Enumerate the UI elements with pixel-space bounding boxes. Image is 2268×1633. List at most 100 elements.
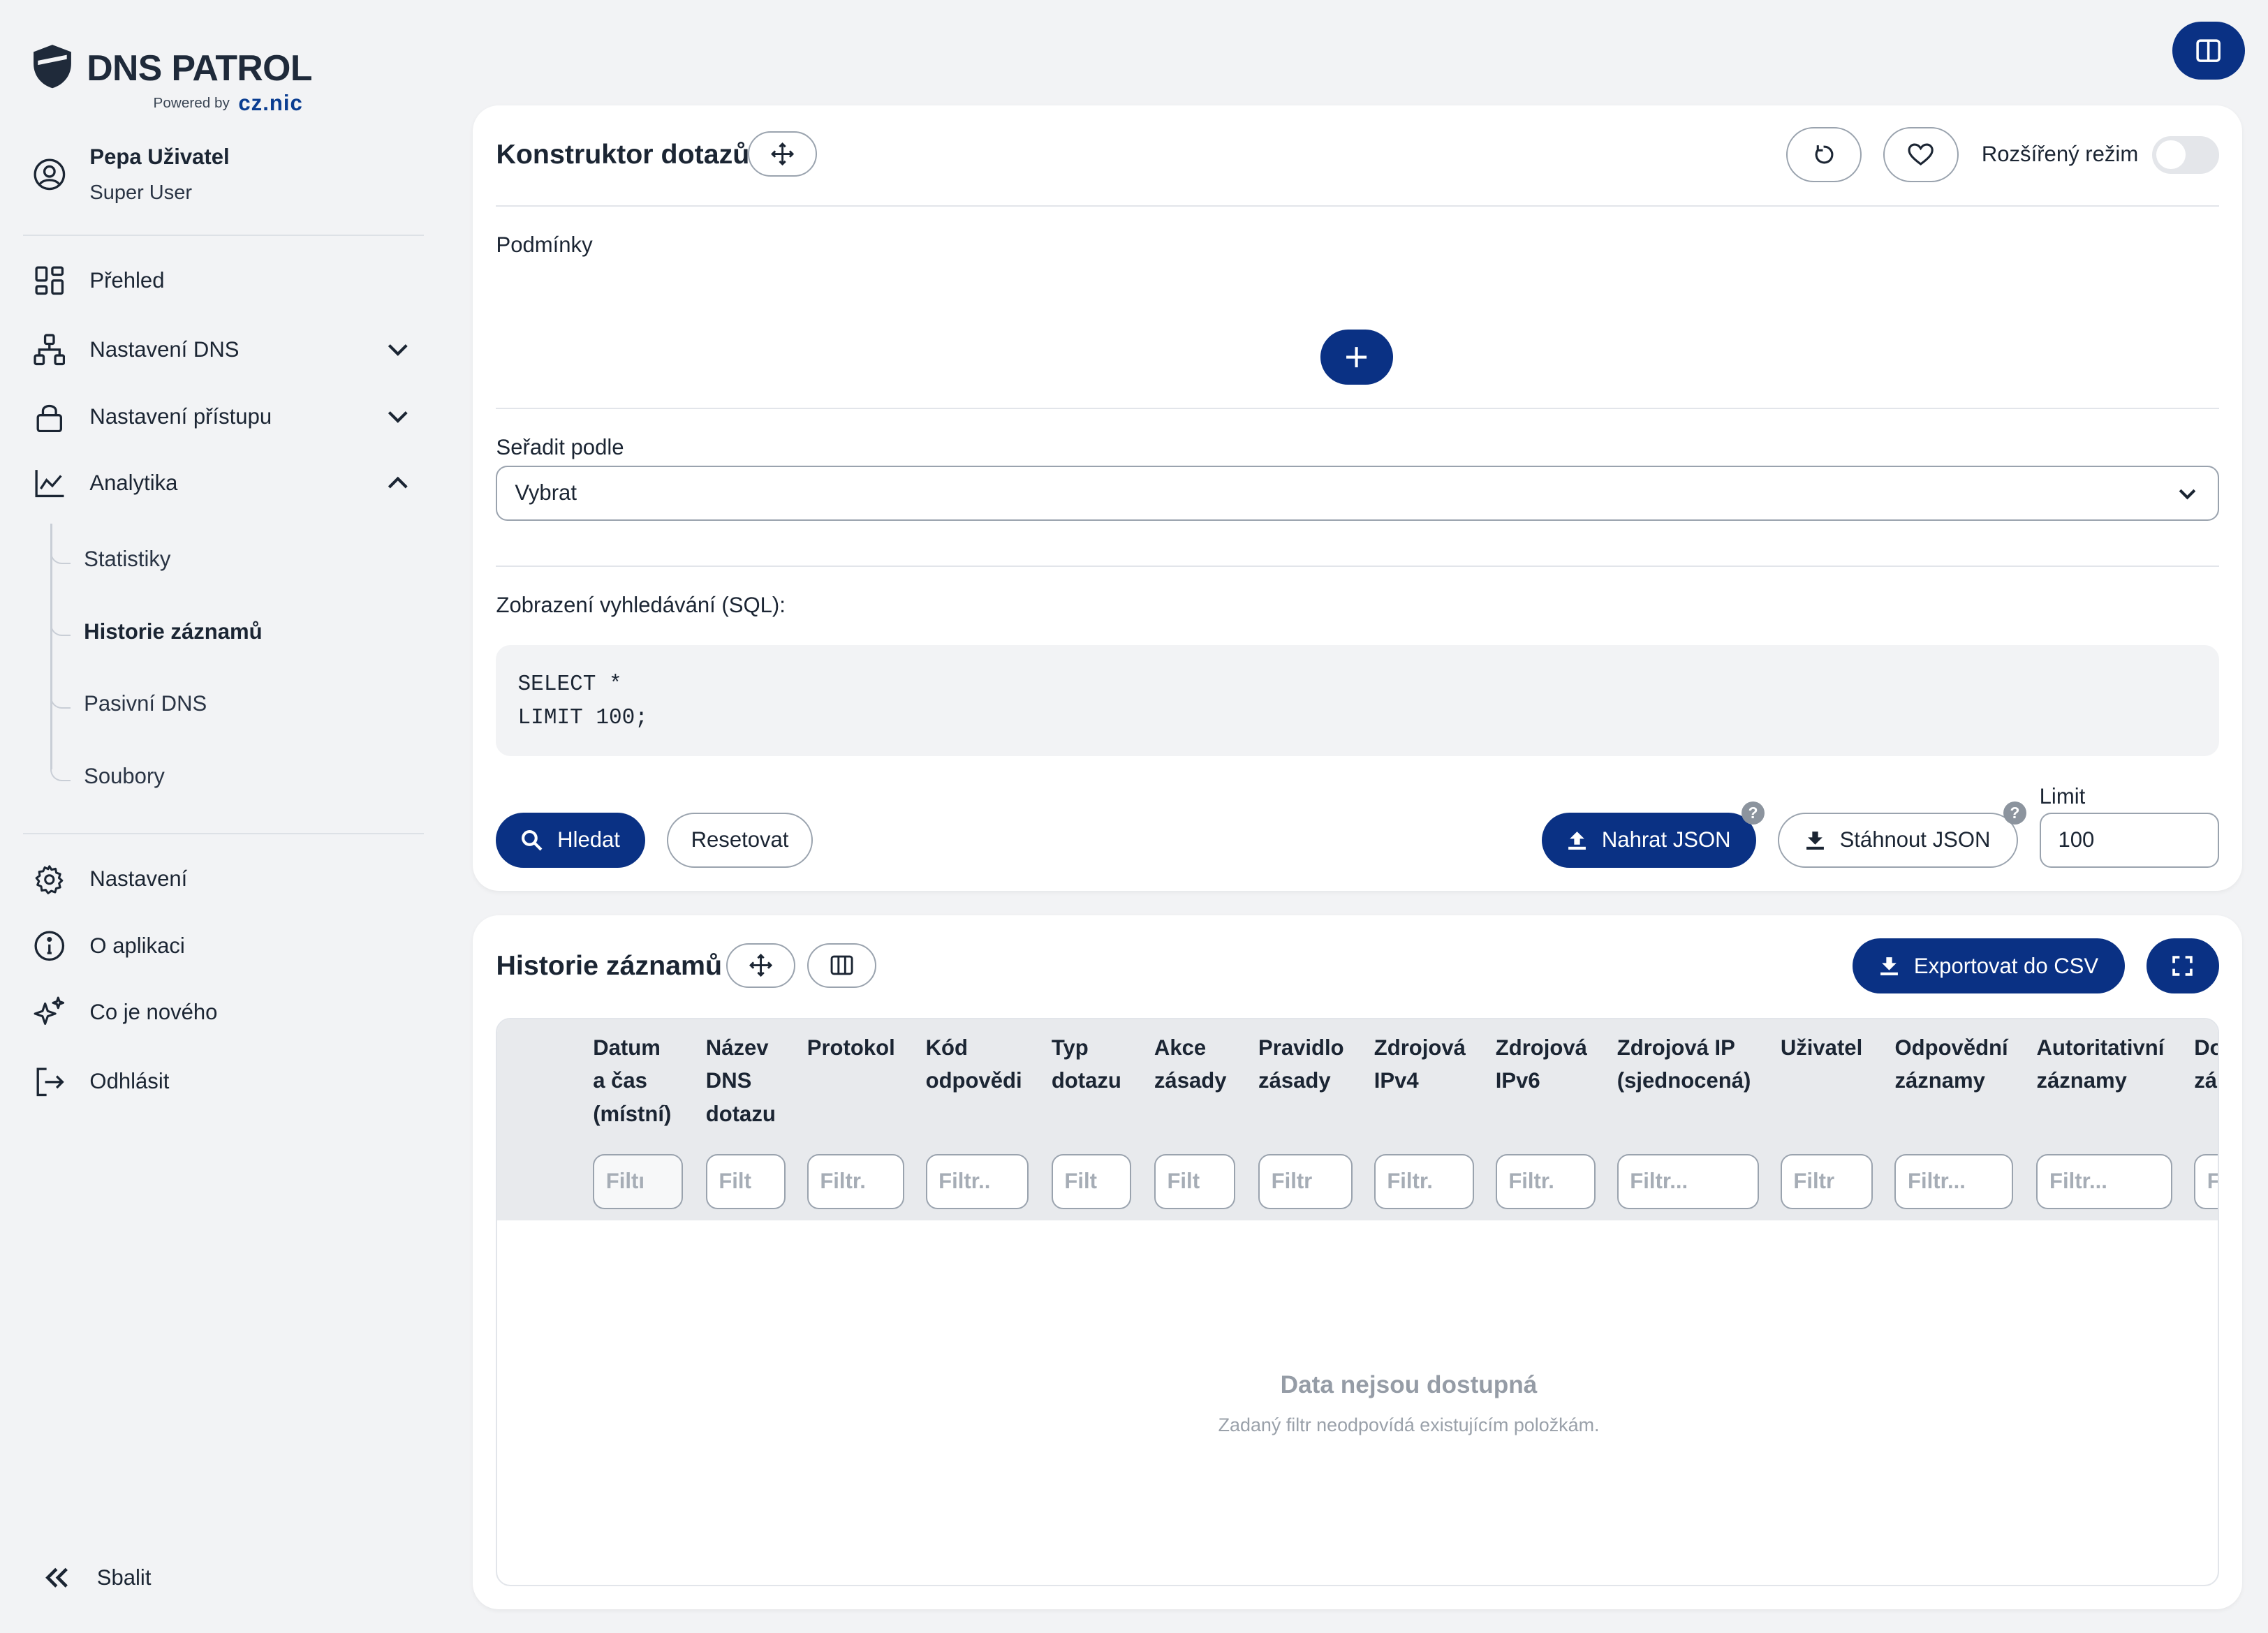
conditions-label: Podmínky: [496, 232, 593, 258]
filter-input-response-code[interactable]: Filtr..: [925, 1153, 1029, 1209]
filter-input-datetime[interactable]: Filtı: [593, 1153, 683, 1209]
column-header-answer-records[interactable]: Odpovědní záznamy: [1894, 1031, 2008, 1098]
sql-preview: SELECT * LIMIT 100;: [496, 644, 2219, 757]
user-name: Pepa Uživatel: [89, 145, 230, 170]
fullscreen-button[interactable]: [2146, 938, 2219, 994]
sidebar-item-label: Nastavení: [89, 866, 188, 892]
sidebar-item-access-settings[interactable]: Nastavení přístupu: [32, 397, 414, 437]
column-header-additional[interactable]: Dozá: [2194, 1031, 2217, 1098]
sort-by-value: Vybrat: [515, 480, 577, 505]
user-icon: [34, 158, 65, 191]
filter-input-user[interactable]: Filtr: [1780, 1153, 1873, 1209]
sidebar-item-label: Nastavení přístupu: [89, 404, 272, 429]
layout-toggle-button[interactable]: [2172, 22, 2245, 80]
advanced-mode-toggle[interactable]: [2152, 135, 2219, 174]
filter-input-source-ip-unified[interactable]: Filtr...: [1617, 1153, 1759, 1209]
history-table: Datum a čas (místní) Název DNS dotazu Protok…: [496, 1018, 2219, 1587]
partner-logo: cz.nic: [238, 91, 303, 116]
sidebar: DNS PATROL Powered by cz.nic Pepa Uživate…: [0, 0, 448, 1633]
help-icon[interactable]: ?: [2003, 801, 2027, 825]
sidebar-collapse-button[interactable]: Sbalit: [39, 1558, 421, 1598]
filter-input-policy-action[interactable]: Filt: [1154, 1153, 1235, 1209]
column-header-datetime[interactable]: Datum a čas (místní): [593, 1031, 671, 1131]
filter-input-additional[interactable]: F: [2194, 1153, 2218, 1209]
favorite-button[interactable]: [1883, 127, 1959, 182]
column-header-protocol[interactable]: Protokol: [807, 1031, 895, 1065]
download-json-button[interactable]: Stáhnout JSON: [1777, 813, 2018, 868]
move-icon: [771, 142, 795, 166]
column-header-authority-records[interactable]: Autoritativní záznamy: [2036, 1031, 2164, 1098]
search-icon: [522, 829, 543, 851]
rotate-icon: [1816, 145, 1834, 164]
filter-input-protocol[interactable]: Filtr.: [807, 1153, 904, 1209]
sidebar-item-label: Analytika: [89, 470, 178, 495]
sidebar-item-whats-new[interactable]: Co je nového: [32, 992, 414, 1033]
dashboard-icon: [32, 263, 67, 298]
reset-query-button[interactable]: [1786, 127, 1862, 182]
column-header-source-ipv4[interactable]: Zdrojová IPv4: [1374, 1031, 1466, 1098]
sidebar-subitem-statistics[interactable]: Statistiky: [84, 547, 170, 572]
add-condition-button[interactable]: [1320, 330, 1393, 385]
column-header-policy-action[interactable]: Akce zásady: [1154, 1031, 1227, 1098]
sidebar-item-dns-settings[interactable]: Nastavení DNS: [32, 330, 414, 370]
filter-input-source-ipv6[interactable]: Filtr.: [1495, 1153, 1596, 1209]
column-header-response-code[interactable]: Kód odpovědi: [926, 1031, 1022, 1098]
sidebar-subitem-passive-dns[interactable]: Pasivní DNS: [84, 691, 207, 716]
filter-input-authority-records[interactable]: Filtr...: [2036, 1153, 2173, 1209]
shield-logo-icon: [33, 45, 71, 89]
column-header-user[interactable]: Uživatel: [1781, 1031, 1862, 1065]
help-icon[interactable]: ?: [1741, 801, 1765, 825]
export-csv-button[interactable]: Exportovat do CSV: [1853, 938, 2125, 994]
chevron-down-icon: [2179, 489, 2195, 500]
sidebar-divider: [23, 833, 424, 835]
drag-handle-button[interactable]: [726, 943, 796, 988]
empty-state-title: Data nejsou dostupná: [1280, 1370, 1538, 1398]
column-header-query-name[interactable]: Název DNS dotazu: [706, 1031, 776, 1131]
query-builder-card: Konstruktor dotazů Rozšířený režim Podmí…: [473, 105, 2242, 891]
download-icon: [1806, 832, 1824, 850]
columns-button[interactable]: [807, 943, 877, 988]
user-profile[interactable]: Pepa Uživatel Super User: [32, 145, 230, 205]
filter-input-query-type[interactable]: Filt: [1051, 1153, 1131, 1209]
upload-json-label: Nahrat JSON: [1601, 827, 1731, 852]
filter-input-answer-records[interactable]: Filtr...: [1894, 1153, 2014, 1209]
sidebar-item-label: Nastavení DNS: [89, 337, 240, 362]
sidebar-subitem-history[interactable]: Historie záznamů: [84, 619, 262, 644]
double-chevron-left-icon: [39, 1560, 74, 1595]
chevron-down-icon: [388, 411, 408, 423]
column-header-policy-rule[interactable]: Pravidlo zásady: [1258, 1031, 1344, 1098]
sidebar-item-logout[interactable]: Odhlásit: [32, 1061, 414, 1102]
column-header-query-type[interactable]: Typ dotazu: [1052, 1031, 1121, 1098]
logout-icon: [32, 1065, 67, 1100]
sidebar-subitem-files[interactable]: Soubory: [84, 764, 165, 789]
divider: [496, 205, 2219, 207]
filter-input-source-ipv4[interactable]: Filtr.: [1374, 1153, 1474, 1209]
logo[interactable]: DNS PATROL Powered by cz.nic: [32, 43, 312, 115]
user-role: Super User: [89, 181, 192, 204]
heart-icon: [1908, 143, 1934, 166]
drag-handle-button[interactable]: [747, 131, 818, 177]
move-icon: [749, 954, 773, 977]
advanced-mode-label: Rozšířený režim: [1981, 141, 2139, 166]
chevron-down-icon: [388, 344, 408, 357]
tree-connector: [50, 621, 71, 637]
sort-by-select[interactable]: Vybrat: [496, 465, 2219, 521]
search-button[interactable]: Hledat: [496, 813, 645, 868]
filter-input-policy-rule[interactable]: Filtr: [1258, 1153, 1353, 1209]
filter-input-query-name[interactable]: Filt: [705, 1153, 786, 1209]
tree-line: [50, 523, 52, 769]
upload-json-button[interactable]: Nahrat JSON: [1542, 813, 1756, 868]
sidebar-item-about[interactable]: O aplikaci: [32, 926, 414, 966]
column-header-source-ip-unified[interactable]: Zdrojová IP (sjednocená): [1617, 1031, 1751, 1098]
sidebar-item-overview[interactable]: Přehled: [32, 260, 414, 301]
sidebar-item-label: Odhlásit: [89, 1069, 170, 1094]
sidebar-item-analytics[interactable]: Analytika: [32, 463, 414, 503]
limit-input[interactable]: 100: [2039, 813, 2219, 868]
sidebar-item-label: O aplikaci: [89, 933, 185, 958]
reset-button[interactable]: Resetovat: [666, 813, 813, 868]
sparkles-icon: [32, 995, 67, 1030]
sort-by-label: Seřadit podle: [496, 435, 624, 460]
column-header-source-ipv6[interactable]: Zdrojová IPv6: [1496, 1031, 1587, 1098]
lock-icon: [32, 399, 67, 434]
sidebar-item-settings[interactable]: Nastavení: [32, 859, 414, 899]
